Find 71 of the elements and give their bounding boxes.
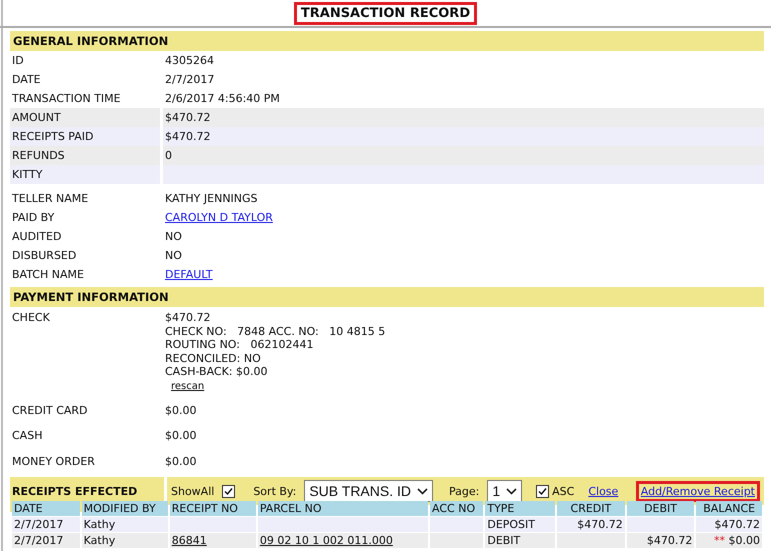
- field-value: NO: [164, 248, 183, 264]
- column-header: RECEIPT NO: [170, 501, 256, 516]
- close-link[interactable]: Close: [588, 484, 618, 498]
- column-header: DATE: [12, 501, 80, 516]
- field-value: 2/6/2017 4:56:40 PM: [164, 91, 281, 107]
- table-cell: Kathy: [82, 533, 168, 548]
- field-value: 0: [163, 146, 764, 165]
- table-link[interactable]: 09 02 10 1 002 011.000: [258, 533, 428, 548]
- table-cell: $470.72: [696, 517, 762, 532]
- column-header: TYPE: [485, 501, 556, 516]
- table-cell: 2/7/2017: [12, 533, 80, 548]
- column-header: MODIFIED BY: [82, 501, 168, 516]
- field-label: KITTY: [10, 165, 160, 184]
- checkbox-label: ASC: [552, 484, 574, 498]
- field-label: RECEIPTS PAID: [10, 127, 160, 146]
- field-value: $0.00: [165, 454, 198, 468]
- field-link[interactable]: CAROLYN D TAYLOR: [163, 208, 764, 227]
- field-label: DATE: [11, 72, 42, 88]
- field-label: CASH: [11, 428, 44, 444]
- table-cell: DEBIT: [485, 533, 556, 548]
- field-value: NO: [164, 229, 183, 245]
- field-label: CREDIT CARD: [11, 402, 89, 418]
- column-header: PARCEL NO: [258, 501, 428, 516]
- table-cell: DEPOSIT: [485, 517, 556, 532]
- field-label: ID: [11, 53, 25, 69]
- table-cell: Kathy: [82, 517, 168, 532]
- field-label: BATCH NAME: [11, 267, 85, 283]
- section-header: PAYMENT INFORMATION: [10, 287, 764, 307]
- table-link[interactable]: 86841: [170, 533, 256, 548]
- field-value: $470.72: [163, 127, 764, 146]
- field-value: RECONCILED: NO: [165, 352, 262, 365]
- chevron-icon: [417, 488, 428, 494]
- field-label: DISBURSED: [11, 248, 78, 264]
- checkbox-label: ShowAll: [171, 484, 214, 498]
- field-value: $0.00: [165, 404, 198, 417]
- column-header: BALANCE: [696, 501, 762, 516]
- page-title: TRANSACTION RECORD: [294, 2, 478, 24]
- field-value: 2/7/2017: [164, 72, 216, 88]
- field-label: CHECK: [11, 310, 51, 326]
- field-value: CHECK NO: 7848 ACC. NO: 10 4815 5: [165, 324, 386, 338]
- section-header: GENERAL INFORMATION: [10, 31, 764, 51]
- table-cell: $470.72: [557, 517, 625, 532]
- field-value: KATHY JENNINGS: [164, 191, 259, 207]
- field-label: REFUNDS: [10, 146, 160, 165]
- chevron-icon: [506, 488, 518, 494]
- field-label: PAID BY: [11, 210, 56, 226]
- field-value: ROUTING NO: 062102441: [165, 338, 314, 352]
- field-label: MONEY ORDER: [11, 454, 96, 470]
- sort-dropdown[interactable]: SUB TRANS. ID: [304, 480, 433, 502]
- table-cell: 2/7/2017: [12, 517, 80, 532]
- field-link[interactable]: DEFAULT: [163, 265, 764, 284]
- table-cell: ** $0.00: [696, 533, 762, 548]
- page-label: Page:: [449, 484, 480, 498]
- rescan-link[interactable]: rescan: [171, 380, 204, 392]
- field-value: $0.00: [165, 429, 198, 442]
- field-value: CASH-BACK: $0.00: [165, 365, 269, 378]
- field-label: AUDITED: [11, 229, 62, 245]
- field-label: AMOUNT: [10, 108, 160, 127]
- sort-label: Sort By:: [253, 484, 296, 498]
- field-value: $470.72: [165, 311, 212, 324]
- page-dropdown[interactable]: 1: [487, 480, 522, 502]
- column-header: DEBIT: [626, 501, 694, 516]
- field-label: TELLER NAME: [11, 191, 90, 207]
- field-value: $470.72: [163, 108, 764, 127]
- table-cell: $470.72: [626, 533, 694, 548]
- column-header: ACC NO: [430, 501, 484, 516]
- field-value: 4305264: [164, 53, 215, 69]
- checkbox[interactable]: [222, 484, 236, 498]
- field-label: TRANSACTION TIME: [11, 91, 122, 107]
- checkbox[interactable]: [536, 484, 550, 498]
- column-header: CREDIT: [557, 501, 625, 516]
